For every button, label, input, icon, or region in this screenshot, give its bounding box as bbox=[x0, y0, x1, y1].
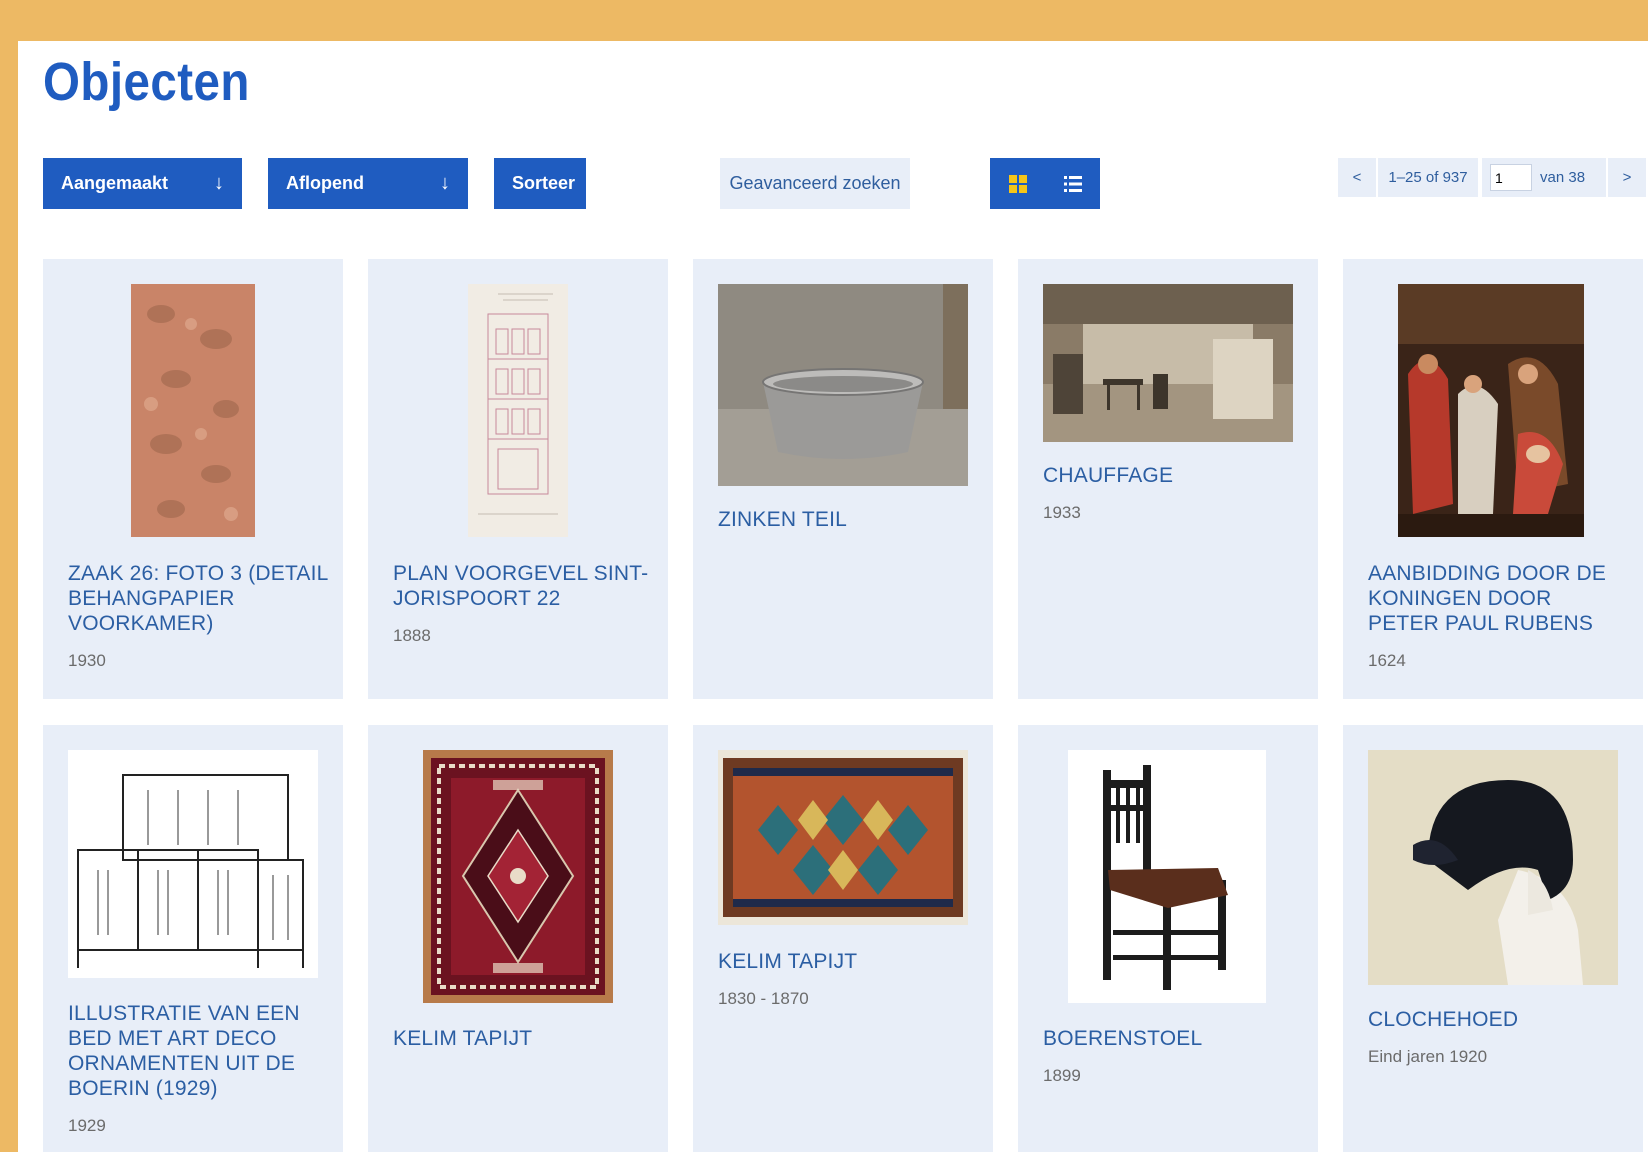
card-title: ZAAK 26: FOTO 3 (DETAIL BEHANGPAPIER VOO… bbox=[68, 562, 328, 635]
card-date: 1830 - 1870 bbox=[718, 989, 809, 1008]
card-title: KELIM TAPIJT bbox=[393, 1027, 533, 1050]
sort-order-select[interactable]: Aflopend ↓ bbox=[268, 158, 468, 209]
wallpaper-photo bbox=[131, 284, 255, 537]
facade-plan-drawing bbox=[468, 284, 568, 537]
card-date: 1899 bbox=[1043, 1066, 1081, 1085]
sort-field-label: Aangemaakt bbox=[61, 173, 169, 193]
page-count-label: van 38 bbox=[1540, 169, 1586, 186]
kilim-rug-photo bbox=[718, 750, 968, 925]
result-range: 1–25 of 937 bbox=[1378, 158, 1478, 197]
object-card[interactable]: BOERENSTOEL 1899 bbox=[1018, 725, 1318, 1152]
object-card[interactable]: ZINKEN TEIL bbox=[693, 259, 993, 699]
object-card[interactable]: CHAUFFAGE 1933 bbox=[1018, 259, 1318, 699]
card-date: 1624 bbox=[1368, 651, 1406, 670]
card-title: PLAN VOORGEVEL SINT-JORISPOORT 22 bbox=[393, 562, 649, 610]
card-title: CLOCHEHOED bbox=[1368, 1008, 1519, 1031]
list-icon bbox=[1063, 175, 1082, 192]
card-date: 1930 bbox=[68, 651, 106, 670]
rubens-painting bbox=[1398, 284, 1584, 537]
card-title: KELIM TAPIJT bbox=[718, 950, 858, 973]
grid-view-button[interactable] bbox=[990, 158, 1045, 209]
card-date: 1929 bbox=[68, 1116, 106, 1135]
sort-order-label: Aflopend bbox=[286, 173, 364, 193]
interior-photo bbox=[1043, 284, 1293, 442]
cloche-hat-photo bbox=[1368, 750, 1618, 985]
page-jump: van 38 bbox=[1482, 158, 1606, 197]
page-title: Objecten bbox=[43, 52, 250, 112]
arrow-down-icon: ↓ bbox=[440, 172, 450, 194]
page-number-input[interactable] bbox=[1490, 164, 1532, 191]
next-page-button[interactable]: > bbox=[1608, 158, 1646, 197]
advanced-search-label: Geavanceerd zoeken bbox=[729, 173, 901, 193]
arrow-down-icon: ↓ bbox=[214, 172, 224, 194]
card-date: 1888 bbox=[393, 626, 431, 645]
object-card[interactable]: AANBIDDING DOOR DE KONINGEN DOOR PETER P… bbox=[1343, 259, 1643, 699]
card-title: AANBIDDING DOOR DE KONINGEN DOOR PETER P… bbox=[1368, 562, 1607, 635]
card-date: 1933 bbox=[1043, 503, 1081, 522]
object-card[interactable]: KELIM TAPIJT 1830 - 1870 bbox=[693, 725, 993, 1152]
object-card[interactable]: CLOCHEHOED Eind jaren 1920 bbox=[1343, 725, 1643, 1152]
grid-icon bbox=[1008, 174, 1027, 193]
card-date: Eind jaren 1920 bbox=[1368, 1047, 1488, 1066]
advanced-search-button[interactable]: Geavanceerd zoeken bbox=[720, 158, 910, 209]
object-card[interactable]: KELIM TAPIJT bbox=[368, 725, 668, 1152]
farm-chair-photo bbox=[1068, 750, 1266, 1003]
list-view-button[interactable] bbox=[1045, 158, 1100, 209]
object-card[interactable]: PLAN VOORGEVEL SINT-JORISPOORT 22 1888 bbox=[368, 259, 668, 699]
prev-page-button[interactable]: < bbox=[1338, 158, 1376, 197]
sort-button[interactable]: Sorteer bbox=[494, 158, 586, 209]
object-card[interactable]: ILLUSTRATIE VAN EEN BED MET ART DECO ORN… bbox=[43, 725, 343, 1152]
red-rug-photo bbox=[423, 750, 613, 1003]
sort-button-label: Sorteer bbox=[512, 173, 576, 193]
card-title: CHAUFFAGE bbox=[1043, 464, 1174, 487]
sort-field-select[interactable]: Aangemaakt ↓ bbox=[43, 158, 242, 209]
art-deco-bed-illustration bbox=[68, 750, 318, 978]
pagination: < 1–25 of 937 van 38 > bbox=[1338, 158, 1646, 197]
object-card[interactable]: ZAAK 26: FOTO 3 (DETAIL BEHANGPAPIER VOO… bbox=[43, 259, 343, 699]
card-title: BOERENSTOEL bbox=[1043, 1027, 1203, 1050]
card-title: ZINKEN TEIL bbox=[718, 508, 848, 531]
zinc-tub-photo bbox=[718, 284, 968, 486]
view-toggle bbox=[990, 158, 1100, 209]
card-title: ILLUSTRATIE VAN EEN BED MET ART DECO ORN… bbox=[68, 1002, 300, 1100]
content-panel: Objecten Aangemaakt ↓ Aflopend ↓ Sorteer… bbox=[18, 41, 1648, 1152]
